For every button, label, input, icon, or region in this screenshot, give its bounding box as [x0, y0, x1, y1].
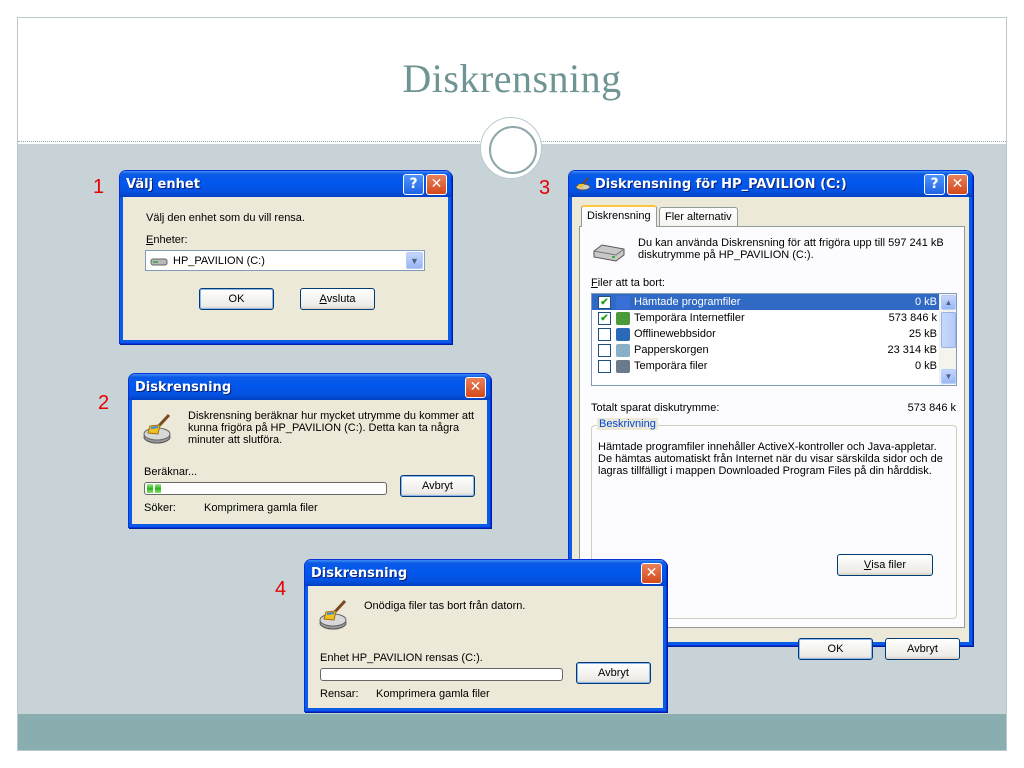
- recycle-bin-icon: [616, 343, 630, 357]
- help-icon[interactable]: ?: [403, 173, 424, 195]
- drive-select[interactable]: HP_PAVILION (C:) ▼: [145, 250, 425, 271]
- file-name: Hämtade programfiler: [634, 296, 741, 308]
- select-drive-body: Välj den enhet som du vill rensa. Enhete…: [120, 197, 451, 343]
- slide-footer-band: [18, 714, 1006, 750]
- file-name: Papperskorgen: [634, 344, 709, 356]
- select-drive-prompt: Välj den enhet som du vill rensa.: [146, 212, 305, 224]
- scroll-thumb[interactable]: [941, 312, 956, 348]
- select-drive-titlebar[interactable]: Välj enhet ? ✕: [120, 171, 451, 197]
- disk-cleanup-small-icon: [575, 177, 591, 191]
- progress-fill: [323, 670, 560, 679]
- file-checkbox[interactable]: [598, 327, 611, 341]
- file-name: Temporära Internetfiler: [634, 312, 745, 324]
- slide-title: Diskrensning: [402, 56, 622, 101]
- total-space-label: Totalt sparat diskutrymme:: [591, 402, 720, 414]
- files-list-rows: ✔ Hämtade programfiler 0 kB ✔ Temporära Inte…: [592, 294, 956, 374]
- calculating-status: Beräknar...: [144, 466, 198, 478]
- search-label: Söker:: [144, 502, 176, 514]
- file-name: Temporära filer: [634, 360, 708, 372]
- select-drive-title: Välj enhet: [126, 176, 200, 192]
- files-list-scrollbar[interactable]: ▲ ▼: [939, 294, 956, 385]
- search-value: Komprimera gamla filer: [204, 502, 318, 514]
- description-text: Hämtade programfiler innehåller ActiveX-…: [598, 441, 943, 477]
- calculating-dialog: Diskrensning ✕ Diskrensning beräknar hur…: [128, 373, 491, 528]
- close-icon[interactable]: ✕: [426, 173, 447, 195]
- scroll-down-icon[interactable]: ▼: [941, 369, 956, 384]
- progress-fill: [147, 484, 384, 493]
- chevron-down-icon[interactable]: ▼: [406, 252, 423, 269]
- calculating-progress: [144, 482, 387, 495]
- downloaded-programs-icon: [616, 295, 630, 309]
- selected-drive-value: HP_PAVILION (C:): [173, 254, 265, 267]
- calculating-body: Diskrensning beräknar hur mycket utrymme…: [129, 400, 490, 527]
- file-size: 23 314 kB: [887, 344, 937, 356]
- drives-label: Enheter:: [146, 234, 188, 246]
- tab-more-options[interactable]: Fler alternativ: [659, 207, 738, 227]
- file-row[interactable]: ✔ Hämtade programfiler 0 kB: [592, 294, 941, 310]
- cleaning-titlebar[interactable]: Diskrensning ✕: [305, 560, 666, 586]
- calculating-message: Diskrensning beräknar hur mycket utrymme…: [188, 410, 475, 446]
- cleaning-value: Komprimera gamla filer: [376, 688, 490, 700]
- step-number-2: 2: [98, 392, 110, 414]
- cleaning-body: Onödiga filer tas bort från datorn. Enhe…: [305, 586, 666, 711]
- calculating-title: Diskrensning: [135, 379, 232, 395]
- cleanup-intro: Du kan använda Diskrensning för att frig…: [638, 237, 944, 261]
- files-to-delete-label: Filer att ta bort:: [591, 277, 665, 289]
- cleaning-status: Enhet HP_PAVILION rensas (C:).: [320, 652, 483, 664]
- file-checkbox[interactable]: [598, 359, 611, 373]
- step-number-3: 3: [539, 177, 551, 199]
- file-row[interactable]: Papperskorgen 23 314 kB: [592, 342, 941, 358]
- hard-drive-icon: [150, 258, 168, 265]
- file-size: 573 846 k: [888, 312, 937, 324]
- cleaning-message: Onödiga filer tas bort från datorn.: [364, 600, 526, 612]
- cancel-button[interactable]: Avbryt: [400, 475, 475, 497]
- tab-disk-cleanup[interactable]: Diskrensning: [581, 205, 657, 227]
- cleaning-title: Diskrensning: [311, 565, 408, 581]
- ok-button[interactable]: OK: [798, 638, 873, 660]
- cleaning-progress: [320, 668, 563, 681]
- file-size: 0 kB: [914, 360, 937, 372]
- calculating-titlebar[interactable]: Diskrensning ✕: [129, 374, 490, 400]
- progress-block: [155, 484, 161, 493]
- file-size: 0 kB: [914, 296, 937, 308]
- cancel-button[interactable]: Avbryt: [885, 638, 960, 660]
- step-number-1: 1: [93, 176, 105, 198]
- cleaning-dialog: Diskrensning ✕ Onödiga filer tas bort fr…: [304, 559, 667, 712]
- file-row[interactable]: ✔ Temporära Internetfiler 573 846 k: [592, 310, 941, 326]
- view-files-button[interactable]: Visa filer: [837, 554, 933, 576]
- cleaning-label: Rensar:: [320, 688, 359, 700]
- disk-cleanup-icon: [319, 599, 347, 630]
- progress-block: [147, 484, 153, 493]
- disk-cleanup-title: Diskrensning för HP_PAVILION (C:): [595, 176, 847, 192]
- file-checkbox[interactable]: ✔: [598, 311, 611, 325]
- close-icon[interactable]: ✕: [465, 376, 486, 398]
- disk-cleanup-icon: [143, 413, 171, 444]
- file-row[interactable]: Temporära filer 0 kB: [592, 358, 941, 374]
- files-list[interactable]: ✔ Hämtade programfiler 0 kB ✔ Temporära Inte…: [591, 293, 957, 386]
- title-ring-ornament: [480, 117, 542, 179]
- scroll-up-icon[interactable]: ▲: [941, 295, 956, 310]
- file-row[interactable]: Offlinewebbsidor 25 kB: [592, 326, 941, 342]
- file-checkbox[interactable]: ✔: [598, 295, 611, 309]
- hard-drive-icon: [593, 244, 625, 262]
- select-drive-dialog: Välj enhet ? ✕ Välj den enhet som du vil…: [119, 170, 452, 344]
- description-title: Beskrivning: [597, 418, 658, 430]
- exit-button[interactable]: Avsluta: [300, 288, 375, 310]
- disk-cleanup-titlebar[interactable]: Diskrensning för HP_PAVILION (C:) ? ✕: [569, 171, 972, 197]
- close-icon[interactable]: ✕: [947, 173, 968, 195]
- close-icon[interactable]: ✕: [641, 562, 662, 584]
- file-checkbox[interactable]: [598, 343, 611, 357]
- cancel-button[interactable]: Avbryt: [576, 662, 651, 684]
- help-icon[interactable]: ?: [924, 173, 945, 195]
- offline-pages-icon: [616, 327, 630, 341]
- total-space-value: 573 846 k: [907, 402, 956, 414]
- ok-button[interactable]: OK: [199, 288, 274, 310]
- file-size: 25 kB: [908, 328, 937, 340]
- file-name: Offlinewebbsidor: [634, 328, 716, 340]
- temp-files-icon: [616, 359, 630, 373]
- internet-files-icon: [616, 311, 630, 325]
- step-number-4: 4: [275, 578, 287, 600]
